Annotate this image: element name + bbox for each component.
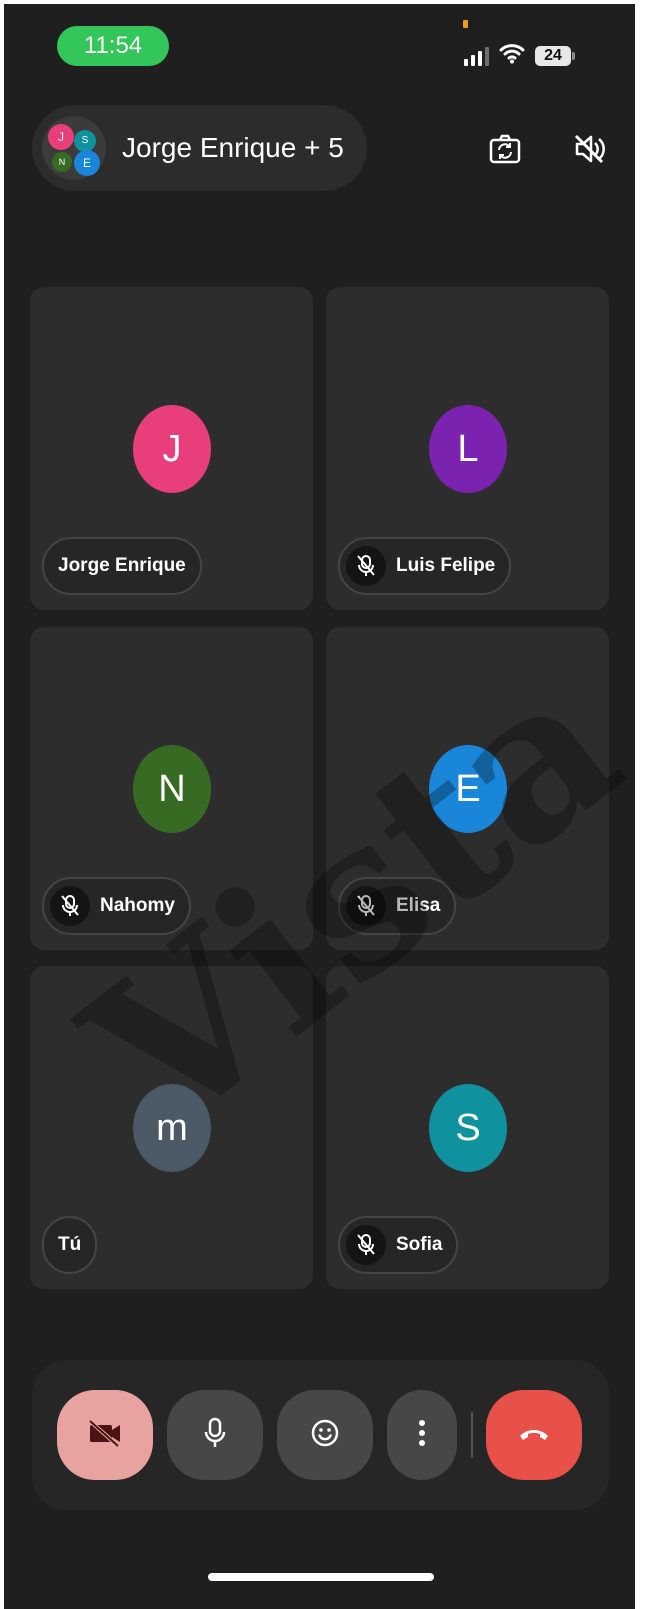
call-screen: 11:54 24 J S N E Jorge Enrique + 5 J Jor…: [4, 4, 635, 1609]
battery-icon: 24: [535, 45, 575, 66]
status-icons: 24: [464, 42, 575, 69]
participant-tile-elisa[interactable]: E Elisa: [326, 627, 609, 950]
participant-tile-nahomy[interactable]: N Nahomy: [30, 627, 313, 950]
video-off-icon: [87, 1418, 123, 1453]
status-time: 11:54: [57, 26, 169, 66]
switch-camera-button[interactable]: [482, 128, 528, 174]
call-controls: [32, 1360, 609, 1510]
call-header[interactable]: J S N E Jorge Enrique + 5: [32, 105, 367, 191]
hang-up-icon: [517, 1424, 551, 1447]
name-pill: Elisa: [338, 877, 457, 935]
controls-divider: [471, 1412, 473, 1458]
participant-name: Tú: [58, 1234, 82, 1255]
mic-off-icon: [346, 546, 386, 586]
speaker-off-button[interactable]: [566, 128, 612, 174]
name-pill: Nahomy: [42, 877, 191, 935]
participant-name: Elisa: [396, 895, 441, 916]
participant-name: Jorge Enrique: [58, 555, 186, 576]
signal-icon: [464, 46, 489, 66]
participant-name: Luis Felipe: [396, 555, 496, 576]
camera-off-button[interactable]: [57, 1390, 153, 1480]
microphone-icon: [203, 1417, 227, 1454]
participant-tile-jorge[interactable]: J Jorge Enrique: [30, 287, 313, 610]
avatar: E: [429, 745, 507, 833]
mic-off-icon: [346, 1225, 386, 1265]
name-pill: Luis Felipe: [338, 537, 512, 595]
group-avatar-n: N: [52, 152, 72, 172]
avatar: L: [429, 405, 507, 493]
microphone-button[interactable]: [167, 1390, 263, 1480]
more-options-button[interactable]: [387, 1390, 457, 1480]
smiley-icon: [310, 1418, 340, 1453]
speaker-off-icon: [571, 131, 607, 172]
privacy-indicator: [463, 20, 468, 28]
home-indicator[interactable]: [208, 1573, 434, 1581]
avatar: m: [133, 1084, 211, 1172]
switch-camera-icon: [488, 132, 522, 171]
participant-name: Nahomy: [100, 895, 175, 916]
name-pill: Tú: [42, 1216, 98, 1274]
mic-off-icon: [346, 886, 386, 926]
participant-tile-luis[interactable]: L Luis Felipe: [326, 287, 609, 610]
avatar: J: [133, 405, 211, 493]
name-pill: Jorge Enrique: [42, 537, 202, 595]
mic-off-icon: [50, 886, 90, 926]
avatar: S: [429, 1084, 507, 1172]
group-avatar: J S N E: [42, 116, 106, 180]
reactions-button[interactable]: [277, 1390, 373, 1480]
call-title: Jorge Enrique + 5: [122, 132, 344, 163]
participant-tile-you[interactable]: m Tú: [30, 966, 313, 1289]
participant-tile-sofia[interactable]: S Sofia: [326, 966, 609, 1289]
avatar: N: [133, 745, 211, 833]
group-avatar-s: S: [74, 130, 96, 152]
participant-name: Sofia: [396, 1234, 443, 1255]
end-call-button[interactable]: [486, 1390, 582, 1480]
more-vertical-icon: [418, 1418, 426, 1453]
group-avatar-j: J: [48, 124, 74, 150]
group-avatar-e: E: [74, 150, 100, 176]
wifi-icon: [499, 42, 525, 69]
name-pill: Sofia: [338, 1216, 459, 1274]
